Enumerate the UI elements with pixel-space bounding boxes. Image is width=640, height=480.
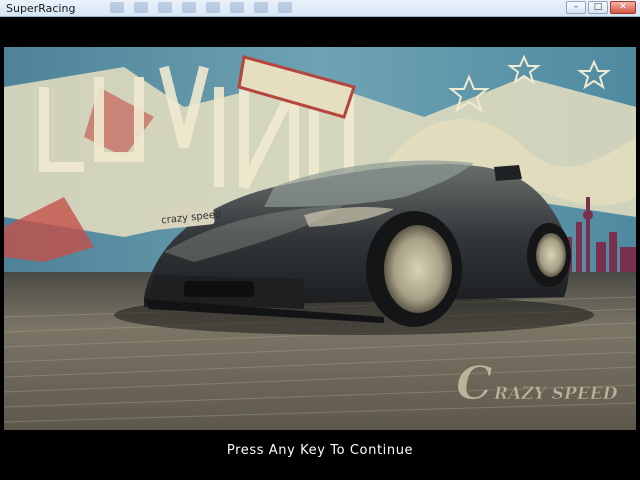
maximize-icon[interactable]: □	[588, 1, 608, 14]
logo-rest: RAZY SPEED	[493, 384, 618, 404]
rear-rim	[536, 233, 566, 277]
continue-prompt: Press Any Key To Continue	[226, 443, 414, 458]
window-title: SuperRacing	[6, 2, 76, 15]
splash-artwork: crazy speed C RAZY SPEED	[4, 47, 636, 430]
logo-initial: C	[456, 356, 493, 410]
game-window: SuperRacing – □ ✕ crazy speed C RAZY SPE…	[0, 0, 640, 480]
title-bar[interactable]: SuperRacing – □ ✕	[0, 0, 640, 17]
minimize-icon[interactable]: –	[566, 1, 586, 14]
window-controls: – □ ✕	[566, 1, 636, 14]
front-rim	[384, 225, 452, 313]
taskbar-reflection	[110, 2, 292, 13]
close-icon[interactable]: ✕	[610, 1, 636, 14]
